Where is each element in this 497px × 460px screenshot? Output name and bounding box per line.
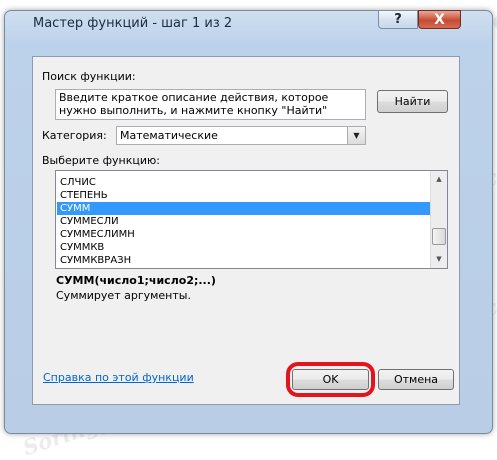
help-button[interactable]: ? xyxy=(378,10,418,29)
list-item[interactable]: СУММКВРАЗН xyxy=(57,254,430,267)
function-listbox[interactable]: СЛЧИС СТЕПЕНЬ СУММ СУММЕСЛИ СУММЕСЛИМН С… xyxy=(55,170,448,269)
close-button[interactable]: X xyxy=(418,10,461,29)
list-item-selected[interactable]: СУММ xyxy=(57,202,430,215)
category-selected-value: Математические xyxy=(120,129,218,142)
list-item[interactable]: СУММЕСЛИМН xyxy=(57,228,430,241)
category-select[interactable]: Математические ▼ xyxy=(116,126,366,145)
list-item[interactable]: СЛЧИС xyxy=(57,176,430,189)
list-scrollbar[interactable]: ▲ ▼ xyxy=(430,171,447,268)
cancel-button-label: Отмена xyxy=(393,373,439,386)
function-description: Суммирует аргументы. xyxy=(56,289,191,302)
list-item[interactable]: СУММЕСЛИ xyxy=(57,215,430,228)
find-button[interactable]: Найти xyxy=(377,90,448,113)
function-help-link[interactable]: Справка по этой функции xyxy=(43,371,194,384)
category-label: Категория: xyxy=(42,129,107,142)
window-title: Мастер функций - шаг 1 из 2 xyxy=(33,16,233,31)
list-item[interactable]: СУММКВ xyxy=(57,241,430,254)
scroll-down-icon[interactable]: ▼ xyxy=(431,251,447,267)
find-button-label: Найти xyxy=(394,95,431,108)
search-label: Поиск функции: xyxy=(42,70,136,83)
search-input[interactable]: Введите краткое описание действия, котор… xyxy=(55,89,366,120)
ok-button-highlight xyxy=(286,362,375,397)
function-signature: СУММ(число1;число2;...) xyxy=(56,274,216,287)
cancel-button[interactable]: Отмена xyxy=(378,369,454,390)
list-item[interactable]: СТЕПЕНЬ xyxy=(57,189,430,202)
chevron-down-icon[interactable]: ▼ xyxy=(347,127,365,144)
scroll-up-icon[interactable]: ▲ xyxy=(431,171,447,187)
scrollbar-thumb[interactable] xyxy=(432,228,446,245)
function-list-label: Выберите функцию: xyxy=(42,154,160,167)
